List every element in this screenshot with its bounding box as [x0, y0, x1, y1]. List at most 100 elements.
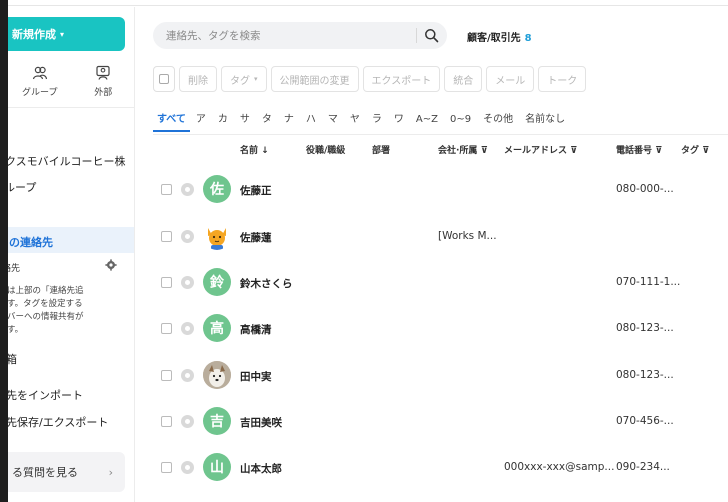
sidebar-item-trash[interactable]: 箱 [8, 351, 17, 367]
talk-button[interactable]: トーク [538, 66, 587, 92]
contact-phone: 090-234... [616, 461, 670, 473]
gear-icon[interactable] [105, 259, 117, 271]
contact-company: [Works M... [438, 230, 497, 242]
filter-ya[interactable]: ヤ [344, 110, 366, 132]
sidebar-help-note: 追加は上部の「連絡先追 えます。タグを設定する メンバーへの情報共有が えます。 [8, 286, 84, 335]
filter-ha[interactable]: ハ [300, 110, 322, 132]
favorite-icon[interactable] [181, 230, 194, 243]
filter-ta[interactable]: タ [256, 110, 278, 132]
contact-name[interactable]: 吉田美咲 [240, 415, 282, 430]
filter-icon[interactable]: ⊽ [570, 146, 577, 156]
avatar: 山 [203, 453, 231, 481]
filter-09[interactable]: 0~9 [444, 110, 477, 132]
select-all-checkbox[interactable] [153, 66, 175, 92]
col-company[interactable]: 会社·所属 ⊽ [438, 143, 488, 156]
table-row[interactable]: 吉 吉田美咲 070-456-... [136, 399, 728, 445]
sidebar-tabs: グループ 外部 [8, 65, 135, 105]
visibility-button[interactable]: 公開範囲の変更 [270, 66, 359, 92]
sidebar-item-export[interactable]: 先保存/エクスポート [8, 414, 108, 430]
filter-na[interactable]: ナ [278, 110, 300, 132]
contact-name[interactable]: 佐藤蓮 [240, 230, 272, 245]
contact-name[interactable]: 佐藤正 [240, 183, 272, 198]
row-checkbox[interactable] [161, 231, 172, 242]
tab-external-label: 外部 [94, 88, 113, 98]
col-tag-label: タグ [681, 146, 700, 156]
col-name[interactable]: 名前 ↓ [240, 143, 269, 156]
filter-icon[interactable]: ⊽ [481, 146, 488, 156]
avatar: 佐 [203, 175, 231, 203]
favorite-icon[interactable] [181, 415, 194, 428]
filter-icon[interactable]: ⊽ [655, 146, 662, 156]
contact-name[interactable]: 高橋清 [240, 322, 272, 337]
merge-button[interactable]: 統合 [444, 66, 483, 92]
tab-group[interactable]: グループ [8, 65, 72, 105]
filter-noname[interactable]: 名前なし [519, 110, 571, 132]
contact-phone: 080-123-... [616, 369, 674, 381]
filter-all[interactable]: すべて [153, 110, 190, 132]
favorite-icon[interactable] [181, 183, 194, 196]
breadcrumb: 顧客/取引先 8 [467, 29, 532, 44]
filter-ma[interactable]: マ [322, 110, 344, 132]
col-dept[interactable]: 部署 [372, 143, 390, 156]
favorite-icon[interactable] [181, 322, 194, 335]
row-checkbox[interactable] [161, 416, 172, 427]
delete-button[interactable]: 削除 [179, 66, 217, 92]
col-email[interactable]: メールアドレス ⊽ [504, 143, 577, 156]
table-row[interactable]: 山 山本太郎 000xxx-xxx@samp... 090-234... [136, 445, 728, 491]
col-phone-label: 電話番号 [616, 146, 653, 156]
row-checkbox[interactable] [161, 370, 172, 381]
avatar: 吉 [203, 407, 231, 435]
filter-icon[interactable]: ⊽ [702, 146, 709, 156]
new-create-button[interactable]: 新規作成 ▾ [8, 17, 125, 51]
table-row[interactable]: 田中実 080-123-... [136, 353, 728, 399]
contact-email: 000xxx-xxx@samp... [504, 461, 615, 473]
export-button[interactable]: エクスポート [362, 66, 441, 92]
row-checkbox[interactable] [161, 184, 172, 195]
search-bar [153, 22, 447, 49]
table-row[interactable]: 佐 佐藤正 080-000-... [136, 167, 728, 213]
favorite-icon[interactable] [181, 369, 194, 382]
sidebar-item-all-contacts-label: この連絡先 [8, 236, 53, 249]
filter-wa[interactable]: ワ [388, 110, 410, 132]
tab-group-label: グループ [22, 88, 58, 98]
contact-name[interactable]: 田中実 [240, 369, 272, 384]
contact-phone: 070-111-1... [616, 276, 681, 288]
sidebar-item-company[interactable]: ークスモバイルコーヒー株 [8, 153, 125, 169]
chevron-right-icon: › [108, 465, 113, 479]
filter-ka[interactable]: カ [212, 110, 234, 132]
mail-button[interactable]: メール [486, 66, 535, 92]
filter-divider [153, 134, 728, 135]
col-title[interactable]: 役職/職級 [306, 143, 345, 156]
search-input[interactable] [166, 29, 411, 42]
col-tag[interactable]: タグ ⊽ [681, 143, 709, 156]
table-row[interactable]: 佐藤蓮 [Works M... [136, 214, 728, 260]
col-phone[interactable]: 電話番号 ⊽ [616, 143, 662, 156]
search-icon[interactable] [424, 28, 439, 43]
favorite-icon[interactable] [181, 461, 194, 474]
tag-button[interactable]: タグ ▾ [221, 66, 267, 92]
filter-az[interactable]: A~Z [410, 110, 444, 132]
search-separator [416, 28, 417, 43]
sidebar-divider [8, 107, 134, 108]
col-company-label: 会社·所属 [438, 146, 478, 156]
faq-button[interactable]: る質問を見る › [8, 452, 125, 492]
sidebar: 新規作成 ▾ グループ 外部 – ークスモバイルコーヒー株 ループ この連絡先 … [8, 7, 135, 502]
table-row[interactable]: 鈴 鈴木さくら 070-111-1... [136, 260, 728, 306]
row-checkbox[interactable] [161, 277, 172, 288]
favorite-icon[interactable] [181, 276, 194, 289]
tab-external[interactable]: 外部 [72, 65, 135, 105]
filter-other[interactable]: その他 [477, 110, 519, 132]
faq-label: る質問を見る [12, 466, 78, 479]
contact-name[interactable]: 鈴木さくら [240, 276, 293, 291]
filter-a[interactable]: ア [190, 110, 212, 132]
row-checkbox[interactable] [161, 323, 172, 334]
sidebar-item-import[interactable]: 先をインポート [8, 387, 83, 403]
row-checkbox[interactable] [161, 462, 172, 473]
filter-sa[interactable]: サ [234, 110, 256, 132]
avatar [203, 361, 231, 389]
group-icon [32, 66, 47, 80]
table-row[interactable]: 高 高橋清 080-123-... [136, 306, 728, 352]
sidebar-item-group[interactable]: ループ [8, 179, 36, 195]
filter-ra[interactable]: ラ [366, 110, 388, 132]
contact-name[interactable]: 山本太郎 [240, 461, 282, 476]
